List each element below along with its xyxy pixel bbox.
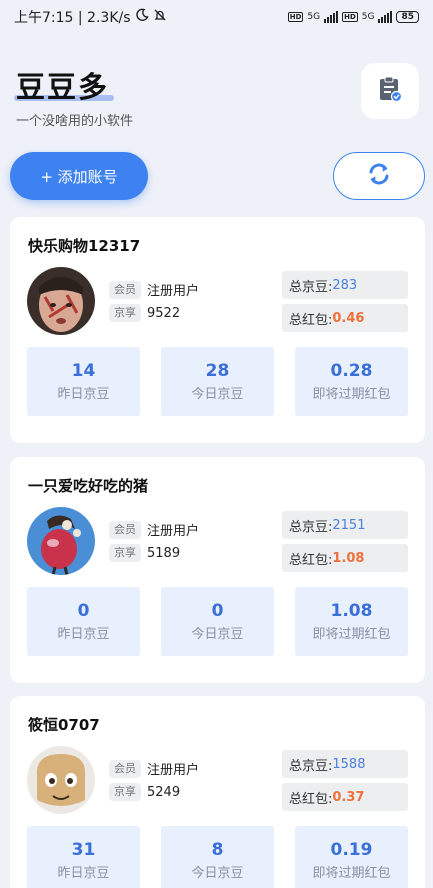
account-card[interactable]: 筱恒0707 会员 注册用户 京享 5249 总京豆: 1588 总红包: 0.37…: [10, 696, 425, 888]
battery-icon: 85: [396, 11, 419, 23]
moon-icon: [135, 8, 149, 26]
status-bar: 上午7:15 | 2.3K/s HD 5G HD 5G 85: [0, 0, 433, 34]
total-beans-label: 总京豆:: [289, 279, 333, 295]
total-beans: 总京豆: 1588: [282, 750, 408, 778]
stat-expiring-redpacket: 0.19 即将过期红包: [295, 826, 408, 888]
stat-label: 即将过期红包: [312, 387, 391, 402]
stat-value: 1.08: [330, 601, 373, 621]
signal-icon: [378, 11, 393, 23]
stat-yesterday-beans: 0 昨日京豆: [27, 587, 140, 656]
avatar: [27, 746, 95, 814]
hd-icon: HD: [287, 12, 304, 22]
account-name: 筱恒0707: [28, 716, 100, 734]
mute-bell-icon: [153, 8, 167, 26]
total-redpacket: 总红包: 0.37: [282, 783, 408, 811]
stat-today-beans: 0 今日京豆: [161, 587, 274, 656]
jingxiang-tag: 京享: [109, 783, 141, 801]
total-beans-value: 2151: [332, 517, 366, 533]
total-redpacket-label: 总红包:: [289, 552, 333, 568]
clipboard-button[interactable]: [361, 63, 419, 119]
jingxiang-tag: 京享: [109, 304, 141, 322]
total-redpacket-value: 0.37: [332, 789, 365, 805]
total-redpacket-value: 1.08: [332, 550, 365, 566]
stat-value: 0.19: [330, 840, 373, 860]
total-redpacket-label: 总红包:: [289, 791, 333, 807]
stat-value: 0.28: [330, 361, 373, 381]
stat-label: 昨日京豆: [57, 627, 110, 642]
network-5g-label: 5G: [307, 12, 321, 22]
stat-label: 即将过期红包: [312, 866, 391, 881]
refresh-button[interactable]: [333, 152, 425, 200]
avatar: [27, 507, 95, 575]
jingxiang-value: 9522: [147, 305, 181, 321]
total-redpacket-value: 0.46: [332, 310, 365, 326]
stat-label: 昨日京豆: [57, 866, 110, 881]
jingxiang-row: 京享 5249: [109, 783, 180, 801]
account-card[interactable]: 一只爱吃好吃的猪 会员 注册用户 京享 5189 总京豆: 2151 总红包: 1.…: [10, 457, 425, 683]
total-redpacket-label: 总红包:: [289, 312, 333, 328]
member-tag: 会员: [109, 520, 141, 539]
stat-today-beans: 28 今日京豆: [161, 347, 274, 416]
stat-label: 今日京豆: [191, 627, 244, 642]
member-row: 会员 注册用户: [109, 520, 199, 539]
jingxiang-value: 5249: [147, 784, 181, 800]
hd-icon: HD: [342, 12, 358, 22]
refresh-icon: [367, 162, 391, 190]
stat-value: 0: [211, 601, 224, 621]
stat-expiring-redpacket: 1.08 即将过期红包: [295, 587, 408, 656]
status-time-speed: 上午7:15 | 2.3K/s: [14, 10, 131, 26]
avatar: [27, 267, 95, 335]
total-redpacket: 总红包: 1.08: [282, 544, 408, 572]
member-level: 注册用户: [147, 524, 200, 539]
jingxiang-tag: 京享: [109, 544, 141, 562]
network-5g-label: 5G: [361, 12, 375, 22]
member-row: 会员 注册用户: [109, 280, 199, 299]
app-subtitle: 一个没啥用的小软件: [16, 114, 134, 129]
stat-label: 昨日京豆: [57, 387, 110, 402]
stat-today-beans: 8 今日京豆: [161, 826, 274, 888]
member-tag: 会员: [109, 759, 141, 778]
stat-label: 今日京豆: [191, 387, 244, 402]
clipboard-icon: [377, 75, 403, 107]
total-beans-label: 总京豆:: [289, 758, 333, 774]
account-card[interactable]: 快乐购物12317 会员 注册用户 京享 9522 总京豆: 283 总红包: 0.…: [10, 217, 425, 443]
jingxiang-row: 京享 5189: [109, 544, 180, 562]
total-beans-label: 总京豆:: [289, 519, 333, 535]
stat-expiring-redpacket: 0.28 即将过期红包: [295, 347, 408, 416]
account-name: 快乐购物12317: [28, 237, 141, 255]
total-beans: 总京豆: 2151: [282, 511, 408, 539]
total-beans-value: 283: [332, 277, 358, 293]
jingxiang-row: 京享 9522: [109, 304, 180, 322]
stat-label: 即将过期红包: [312, 627, 391, 642]
stat-yesterday-beans: 14 昨日京豆: [27, 347, 140, 416]
stat-value: 0: [77, 601, 90, 621]
member-level: 注册用户: [147, 284, 200, 299]
member-level: 注册用户: [147, 763, 200, 778]
app-title: 豆豆多: [16, 70, 110, 104]
add-account-label: + 添加账号: [40, 167, 118, 186]
stat-value: 8: [211, 840, 224, 860]
stat-value: 28: [205, 361, 230, 381]
member-tag: 会员: [109, 280, 141, 299]
member-row: 会员 注册用户: [109, 759, 199, 778]
stat-value: 31: [71, 840, 96, 860]
add-account-button[interactable]: + 添加账号: [10, 152, 148, 200]
signal-icon: [324, 11, 339, 23]
jingxiang-value: 5189: [147, 545, 181, 561]
stat-value: 14: [71, 361, 96, 381]
account-name: 一只爱吃好吃的猪: [28, 477, 149, 495]
total-redpacket: 总红包: 0.46: [282, 304, 408, 332]
total-beans: 总京豆: 283: [282, 271, 408, 299]
stat-yesterday-beans: 31 昨日京豆: [27, 826, 140, 888]
stat-label: 今日京豆: [191, 866, 244, 881]
total-beans-value: 1588: [332, 756, 366, 772]
